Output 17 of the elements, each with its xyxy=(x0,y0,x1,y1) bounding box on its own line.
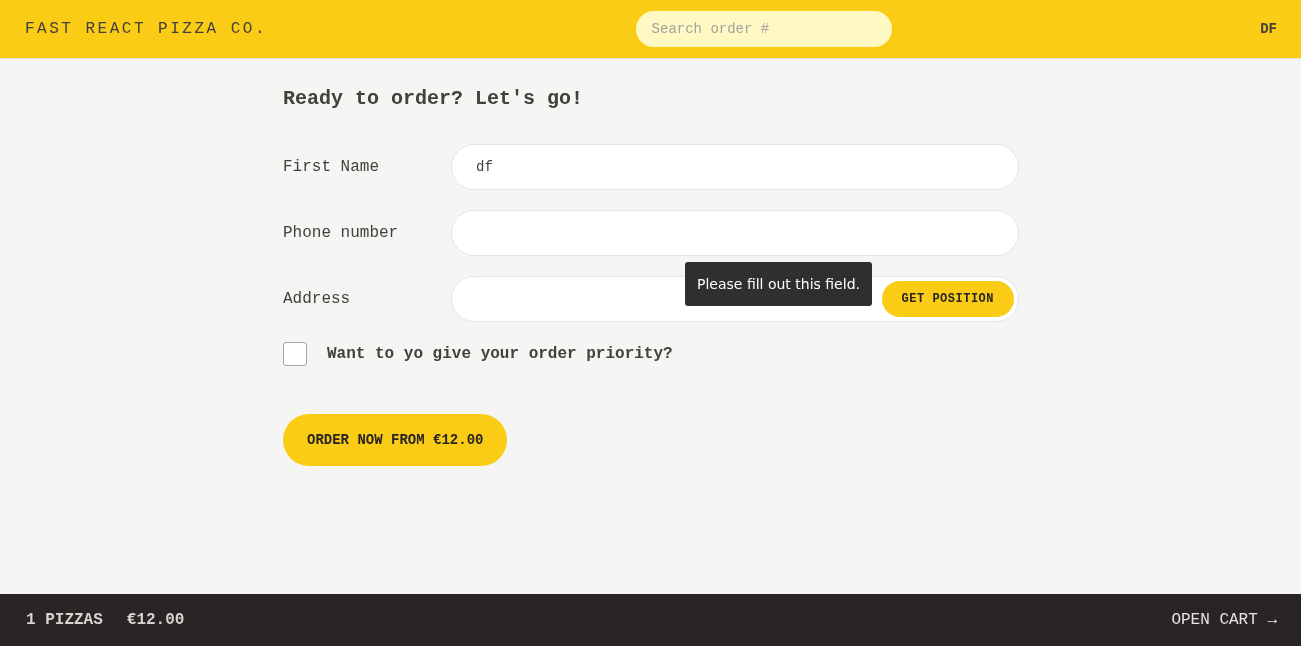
input-field[interactable]: df xyxy=(451,144,1019,190)
order-button[interactable]: ORDER NOW FROM €12.00 xyxy=(283,414,508,466)
field-label: Phone number xyxy=(283,224,400,242)
priority-label: Want to yo give your order priority? xyxy=(327,345,673,363)
username: DF xyxy=(1260,21,1277,37)
priority-checkbox[interactable] xyxy=(283,342,307,366)
pizza-count: 1 PIZZAS xyxy=(26,611,103,629)
cart-total: €12.00 xyxy=(126,611,185,629)
search-field[interactable]: Search order # xyxy=(635,11,892,47)
form-title: Ready to order? Let's go! xyxy=(283,87,585,110)
get-position-button[interactable]: GET POSITION xyxy=(881,281,1014,317)
open-cart-link[interactable]: OPEN CART → xyxy=(1171,611,1277,629)
field-label: First Name xyxy=(283,158,380,176)
input-field[interactable] xyxy=(451,210,1019,256)
validation-tooltip: Please fill out this field. xyxy=(685,262,872,306)
logo[interactable]: FAST REACT PIZZA CO. xyxy=(25,20,268,38)
field-label: Address xyxy=(283,290,352,308)
